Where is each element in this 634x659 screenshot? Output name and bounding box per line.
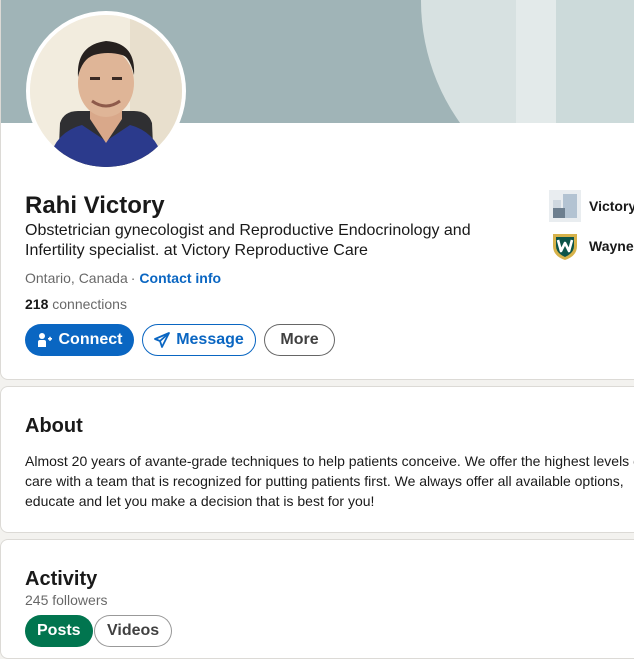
education-link[interactable]: Wayne <box>549 231 634 261</box>
about-card: About Almost 20 years of avante-grade te… <box>0 386 634 533</box>
posts-tab[interactable]: Posts <box>25 615 93 647</box>
profile-name: Rahi Victory <box>25 192 165 219</box>
more-label: More <box>280 331 319 348</box>
current-company-link[interactable]: Victory <box>549 190 634 222</box>
location-text: Ontario, Canada <box>25 270 128 286</box>
message-label: Message <box>176 331 244 348</box>
connections-number: 218 <box>25 296 49 312</box>
activity-title: Activity <box>25 568 98 590</box>
profile-headline: Obstetrician gynecologist and Reproducti… <box>25 222 471 259</box>
wayne-state-shield-logo <box>549 230 581 262</box>
more-button[interactable]: More <box>264 324 335 356</box>
connect-label: Connect <box>58 331 123 348</box>
current-company-name: Victory <box>589 198 634 214</box>
activity-card: Activity 245 followers Posts Videos <box>0 539 634 659</box>
school-name: Wayne <box>589 238 634 254</box>
add-person-icon <box>37 332 53 348</box>
connections-label: connections <box>52 296 127 312</box>
separator-dot: · <box>130 270 136 286</box>
profile-photo[interactable] <box>26 11 186 171</box>
profile-card: Rahi Victory Obstetrician gynecologist a… <box>0 0 634 380</box>
followers-count: 245 followers <box>25 592 108 608</box>
location-row: Ontario, Canada · Contact info <box>25 270 221 286</box>
send-icon <box>154 332 171 348</box>
about-text: Almost 20 years of avante-grade techniqu… <box>25 453 634 509</box>
videos-tab[interactable]: Videos <box>94 615 173 647</box>
connect-button[interactable]: Connect <box>25 324 134 356</box>
connections-count[interactable]: 218 connections <box>25 296 127 312</box>
contact-info-link[interactable]: Contact info <box>139 270 221 286</box>
about-title: About <box>25 415 83 437</box>
company-logo <box>549 190 581 222</box>
message-button[interactable]: Message <box>142 324 256 356</box>
